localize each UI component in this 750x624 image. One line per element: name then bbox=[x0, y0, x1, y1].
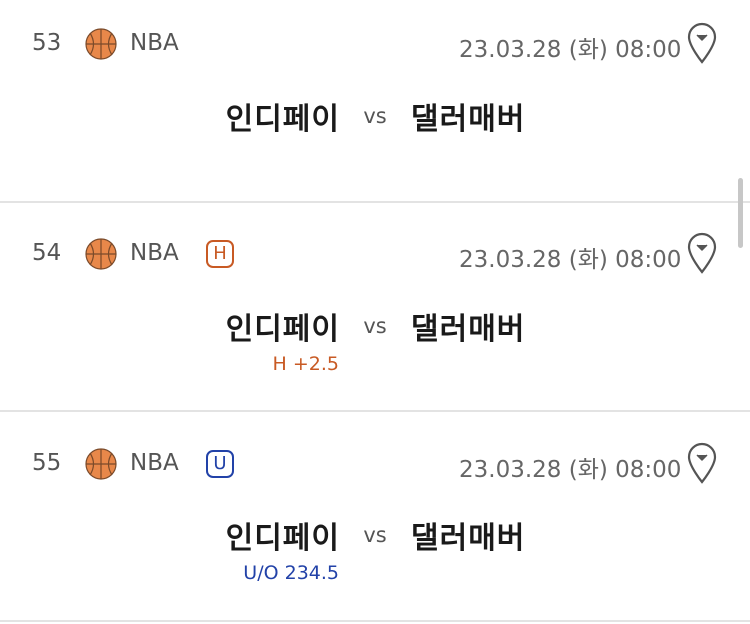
under-over-value: U/O 234.5 bbox=[243, 562, 339, 584]
vs-label: vs bbox=[363, 314, 387, 338]
vs-label: vs bbox=[363, 104, 387, 128]
match-card[interactable]: 53 NBA 23.03.28 (화) 08:00 인디페이 vs 댈러매버 bbox=[0, 0, 750, 202]
away-team: 댈러매버 bbox=[411, 521, 526, 556]
location-pin-icon[interactable] bbox=[686, 232, 718, 274]
match-number: 54 bbox=[32, 240, 62, 266]
basketball-icon bbox=[85, 448, 117, 480]
match-number: 55 bbox=[32, 450, 62, 476]
location-pin-icon[interactable] bbox=[686, 442, 718, 484]
basketball-icon bbox=[85, 238, 117, 270]
league-label: NBA bbox=[130, 240, 179, 266]
match-datetime: 23.03.28 (화) 08:00 bbox=[459, 457, 682, 483]
match-datetime: 23.03.28 (화) 08:00 bbox=[459, 37, 682, 63]
location-pin-icon[interactable] bbox=[686, 22, 718, 64]
league-label: NBA bbox=[130, 450, 179, 476]
home-team: 인디페이 bbox=[225, 521, 340, 556]
handicap-badge: H bbox=[206, 240, 234, 268]
league-label: NBA bbox=[130, 30, 179, 56]
scrollbar[interactable] bbox=[738, 178, 743, 248]
away-team: 댈러매버 bbox=[411, 102, 526, 137]
vs-label: vs bbox=[363, 523, 387, 547]
basketball-icon bbox=[85, 28, 117, 60]
match-card[interactable]: 55 NBA U 23.03.28 (화) 08:00 인디페이 vs 댈러매버… bbox=[0, 412, 750, 620]
away-team: 댈러매버 bbox=[411, 312, 526, 347]
handicap-value: H +2.5 bbox=[272, 353, 339, 375]
home-team: 인디페이 bbox=[225, 102, 340, 137]
match-list: 53 NBA 23.03.28 (화) 08:00 인디페이 vs 댈러매버 5… bbox=[0, 0, 750, 624]
match-number: 53 bbox=[32, 30, 62, 56]
match-card[interactable]: 54 NBA H 23.03.28 (화) 08:00 인디페이 vs 댈러매버… bbox=[0, 203, 750, 411]
under-over-badge: U bbox=[206, 450, 234, 478]
divider bbox=[0, 620, 750, 622]
match-datetime: 23.03.28 (화) 08:00 bbox=[459, 247, 682, 273]
home-team: 인디페이 bbox=[225, 312, 340, 347]
